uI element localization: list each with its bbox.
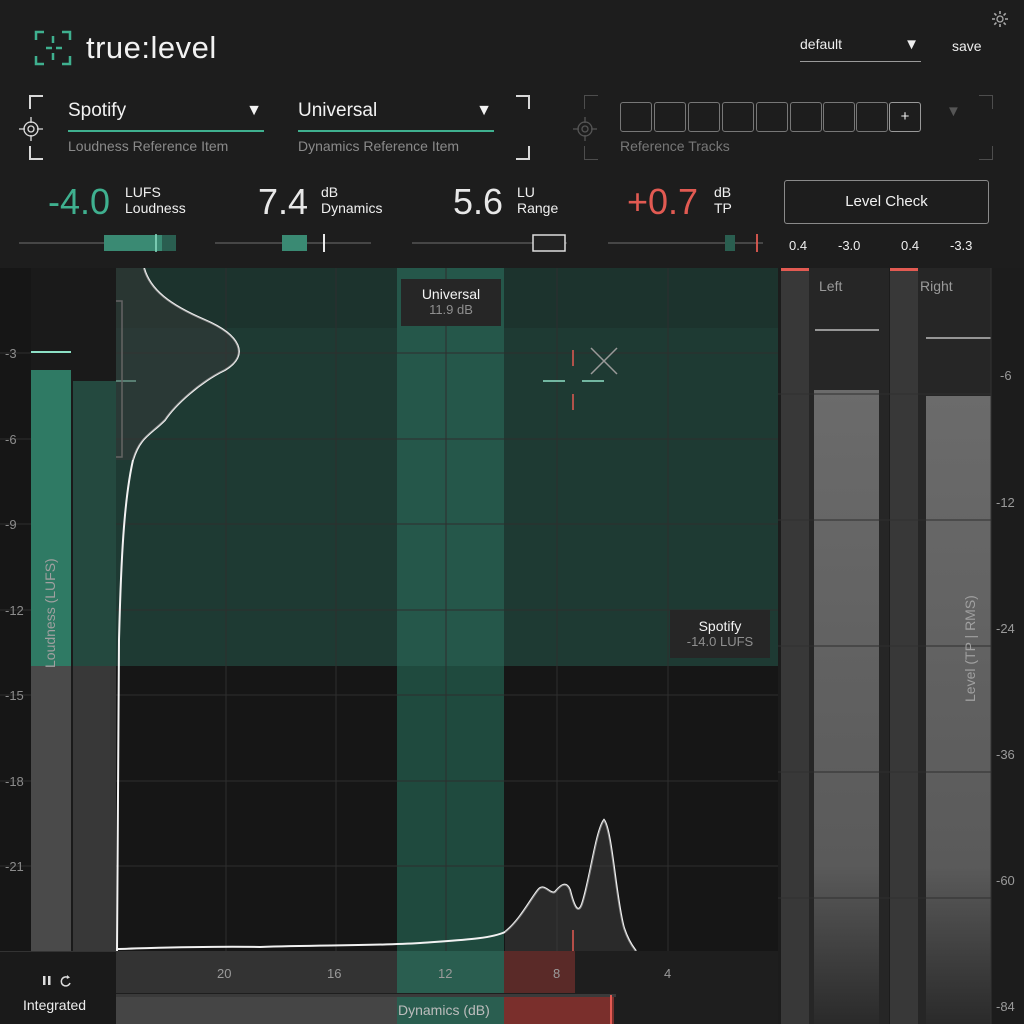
meter-scale-tick: -84 <box>996 999 1015 1014</box>
x-axis-label: Dynamics (dB) <box>398 1002 490 1018</box>
range-mini-meter <box>412 234 567 252</box>
left-channel-label: Left <box>819 278 843 294</box>
spotify-tooltip: Spotify -14.0 LUFS <box>670 610 770 658</box>
loudness-reference-caption: Loudness Reference Item <box>68 138 229 154</box>
bracket-corner <box>29 146 43 160</box>
dynamics-mini-meter <box>215 234 371 252</box>
true-peak-mini-meter <box>608 234 763 252</box>
reference-track-slot[interactable] <box>722 102 754 132</box>
y-tick-label: -6 <box>5 432 17 447</box>
save-button[interactable]: save <box>952 38 982 54</box>
bracket-corner <box>516 146 530 160</box>
loudness-name: Loudness <box>125 200 186 216</box>
left-rms-bar <box>814 390 879 1024</box>
bracket-corner <box>29 95 43 109</box>
dropdown-arrow-icon: ▼ <box>904 36 919 53</box>
universal-tooltip: Universal 11.9 dB <box>401 279 501 326</box>
reference-track-slot[interactable] <box>654 102 686 132</box>
dynamics-reference-caption: Dynamics Reference Item <box>298 138 460 154</box>
dynamics-unit: dB <box>321 184 339 200</box>
y-tick-label: -9 <box>5 517 17 532</box>
range-value: 5.6 <box>453 181 504 222</box>
right-channel-label: Right <box>920 278 953 294</box>
meter-scale-tick: -60 <box>996 873 1015 888</box>
bracket-corner <box>516 95 530 109</box>
spotify-tooltip-value: -14.0 LUFS <box>686 634 754 649</box>
app-logo-text: true:level <box>86 30 217 65</box>
meter-scale-tick: -12 <box>996 495 1015 510</box>
right-rms-bar <box>926 396 991 1024</box>
level-check-button[interactable]: Level Check <box>784 180 989 224</box>
meter-scale-tick: -36 <box>996 747 1015 762</box>
preset-label: default <box>800 36 843 52</box>
settings-gear-icon[interactable] <box>990 9 1010 29</box>
bracket-corner <box>584 95 598 109</box>
reference-track-slot[interactable] <box>620 102 652 132</box>
x-tick-label: 12 <box>438 966 453 981</box>
pause-icon <box>43 976 51 985</box>
y-tick-label: -3 <box>5 346 17 361</box>
y-tick-label: -12 <box>5 603 24 618</box>
reference-track-slot[interactable] <box>856 102 888 132</box>
measurement-mode-panel[interactable]: Integrated <box>0 951 116 1024</box>
left-peak-readout: 0.4 <box>789 238 808 253</box>
add-reference-track-button[interactable]: + <box>889 102 921 132</box>
bracket-corner <box>584 146 598 160</box>
right-rms-readout: -3.3 <box>950 238 973 253</box>
bracket-corner <box>979 95 993 109</box>
pause-reset-controls[interactable] <box>42 974 74 988</box>
dynamics-value: 7.4 <box>258 181 309 222</box>
reset-icon <box>60 975 71 987</box>
true-peak-unit: dB <box>714 184 732 200</box>
loudness-dynamics-plot[interactable] <box>0 268 778 951</box>
truelevel-logo-icon <box>34 30 72 66</box>
preset-dropdown[interactable]: default ▼ <box>800 36 921 62</box>
loudness-mini-meter <box>19 234 176 252</box>
reference-track-slot[interactable] <box>756 102 788 132</box>
dropdown-arrow-icon: ▼ <box>476 102 492 119</box>
spotify-tooltip-title: Spotify <box>698 618 742 634</box>
y-tick-label: -15 <box>5 688 24 703</box>
x-tick-label: 4 <box>664 966 672 981</box>
range-unit: LU <box>517 184 535 200</box>
dynamics-reference-value: Universal <box>298 100 378 121</box>
right-peak-readout: 0.4 <box>901 238 920 253</box>
reference-track-slot[interactable] <box>790 102 822 132</box>
dropdown-arrow-icon: ▼ <box>246 102 262 119</box>
meter-scale-tick: -24 <box>996 621 1015 636</box>
crosshair-target-icon[interactable] <box>18 116 44 142</box>
range-name: Range <box>517 200 559 216</box>
y-tick-label: -21 <box>5 859 24 874</box>
x-tick-label: 20 <box>217 966 232 981</box>
reference-track-slot[interactable] <box>688 102 720 132</box>
meter-scale-tick: -6 <box>1000 368 1012 383</box>
loudness-reference-dropdown[interactable]: Spotify ▼ <box>68 100 264 132</box>
integrated-mode-label: Integrated <box>23 997 87 1013</box>
reference-dropdown-arrow-icon[interactable]: ▼ <box>946 103 961 120</box>
dynamics-reference-dropdown[interactable]: Universal ▼ <box>298 100 494 132</box>
meter-axis-label: Level (TP | RMS) <box>962 595 978 702</box>
x-tick-label: 8 <box>553 966 561 981</box>
reference-tracks-caption: Reference Tracks <box>620 138 730 154</box>
x-tick-label: 16 <box>327 966 342 981</box>
y-axis-label: Loudness (LUFS) <box>42 558 58 668</box>
y-tick-label: -18 <box>5 774 24 789</box>
reference-track-slot[interactable] <box>823 102 855 132</box>
level-meters <box>778 268 1024 1024</box>
loudness-value: -4.0 <box>48 181 111 222</box>
dynamics-name: Dynamics <box>321 200 383 216</box>
universal-tooltip-value: 11.9 dB <box>429 302 473 317</box>
reference-crosshair-icon[interactable] <box>572 116 598 142</box>
true-peak-name: TP <box>714 200 732 216</box>
metric-mini-meters <box>19 234 763 252</box>
loudness-unit: LUFS <box>125 184 161 200</box>
universal-tooltip-title: Universal <box>421 286 481 302</box>
loudness-reference-value: Spotify <box>68 100 127 121</box>
loudness-bar-shortterm <box>73 381 116 666</box>
left-rms-readout: -3.0 <box>838 238 861 253</box>
bracket-corner <box>979 146 993 160</box>
plugin-window: true:level default ▼ save Spotify ▼ Loud… <box>0 0 1024 1024</box>
plot-canvas <box>0 268 778 951</box>
true-peak-value: +0.7 <box>627 181 699 222</box>
